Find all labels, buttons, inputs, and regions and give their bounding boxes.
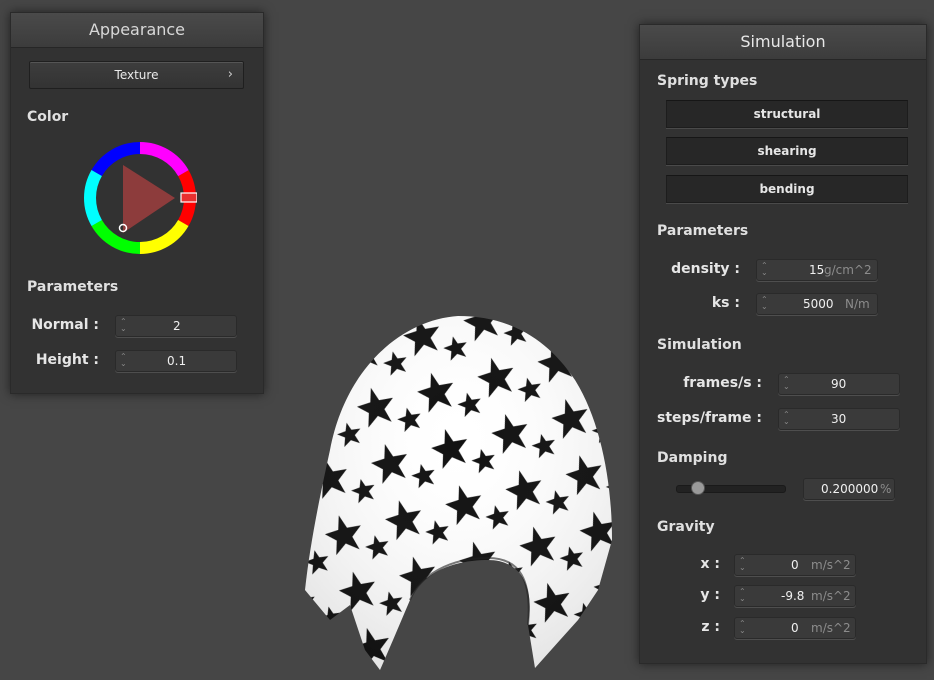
- shearing-button[interactable]: shearing: [666, 137, 908, 165]
- ks-value: 5000: [803, 297, 834, 311]
- simulation-panel: Simulation Spring types structural shear…: [639, 24, 927, 664]
- density-unit: g/cm^2: [824, 263, 872, 277]
- spinner-arrows-icon[interactable]: ⌃ ⌄: [120, 318, 127, 333]
- density-label: density :: [671, 261, 740, 277]
- height-input[interactable]: ⌃ ⌄ 0.1: [115, 350, 237, 372]
- gravity-z-value: 0: [791, 621, 799, 635]
- chevron-right-icon: ›: [227, 67, 233, 82]
- gravity-z-label: z :: [701, 619, 720, 635]
- structural-button[interactable]: structural: [666, 100, 908, 128]
- gravity-x-unit: m/s^2: [811, 558, 851, 572]
- steps-label: steps/frame :: [657, 410, 762, 426]
- spinner-arrows-icon[interactable]: ⌃ ⌄: [783, 411, 790, 426]
- gravity-x-value: 0: [791, 558, 799, 572]
- normal-label: Normal :: [31, 317, 99, 333]
- damping-unit: %: [880, 482, 892, 496]
- gravity-z-input[interactable]: ⌃ ⌄ 0 m/s^2: [734, 617, 856, 639]
- gravity-x-label: x :: [700, 556, 720, 572]
- frames-value: 90: [831, 377, 847, 391]
- gravity-z-unit: m/s^2: [811, 621, 851, 635]
- spinner-arrows-icon[interactable]: ⌃ ⌄: [120, 353, 127, 368]
- gravity-y-unit: m/s^2: [811, 589, 851, 603]
- texture-label: Texture: [114, 68, 159, 82]
- gravity-x-input[interactable]: ⌃ ⌄ 0 m/s^2: [734, 554, 856, 576]
- appearance-parameters-label: Parameters: [27, 279, 119, 295]
- damping-input[interactable]: 0.200000 %: [803, 478, 895, 500]
- simulation-title: Simulation: [640, 25, 926, 60]
- ks-unit: N/m: [845, 297, 870, 311]
- color-label: Color: [27, 109, 69, 125]
- appearance-title: Appearance: [11, 13, 263, 48]
- frames-input[interactable]: ⌃ ⌄ 90: [778, 373, 900, 395]
- density-input[interactable]: ⌃ ⌄ 15 g/cm^2: [756, 259, 878, 281]
- gravity-y-input[interactable]: ⌃ ⌄ -9.8 m/s^2: [734, 585, 856, 607]
- bending-button[interactable]: bending: [666, 175, 908, 203]
- height-label: Height :: [35, 352, 99, 368]
- damping-label: Damping: [657, 450, 728, 466]
- ks-input[interactable]: ⌃ ⌄ 5000 N/m: [756, 293, 878, 315]
- appearance-panel: Appearance Texture › Color Parameters No…: [10, 12, 264, 394]
- spinner-arrows-icon[interactable]: ⌃ ⌄: [761, 296, 768, 311]
- spinner-arrows-icon[interactable]: ⌃ ⌄: [783, 376, 790, 391]
- spinner-arrows-icon[interactable]: ⌃ ⌄: [739, 620, 746, 635]
- ks-label: ks :: [711, 295, 740, 311]
- density-value: 15: [809, 263, 825, 277]
- damping-slider-handle[interactable]: [691, 481, 705, 495]
- spinner-arrows-icon[interactable]: ⌃ ⌄: [761, 262, 768, 277]
- sim-parameters-label: Parameters: [657, 223, 749, 239]
- simulation-section-label: Simulation: [657, 337, 742, 353]
- gravity-y-value: -9.8: [781, 589, 805, 603]
- gravity-label: Gravity: [657, 519, 715, 535]
- gravity-y-label: y :: [700, 587, 720, 603]
- damping-value: 0.200000: [821, 482, 879, 496]
- cloth-mesh: [305, 316, 612, 670]
- height-value: 0.1: [167, 354, 187, 368]
- normal-input[interactable]: ⌃ ⌄ 2: [115, 315, 237, 337]
- texture-button[interactable]: Texture ›: [29, 61, 244, 89]
- steps-input[interactable]: ⌃ ⌄ 30: [778, 408, 900, 430]
- normal-value: 2: [173, 319, 181, 333]
- spinner-arrows-icon[interactable]: ⌃ ⌄: [739, 588, 746, 603]
- steps-value: 30: [831, 412, 847, 426]
- hue-selector[interactable]: [180, 192, 197, 203]
- frames-label: frames/s :: [683, 375, 762, 391]
- spinner-arrows-icon[interactable]: ⌃ ⌄: [739, 557, 746, 572]
- spring-types-label: Spring types: [657, 73, 758, 89]
- color-wheel[interactable]: [83, 141, 197, 255]
